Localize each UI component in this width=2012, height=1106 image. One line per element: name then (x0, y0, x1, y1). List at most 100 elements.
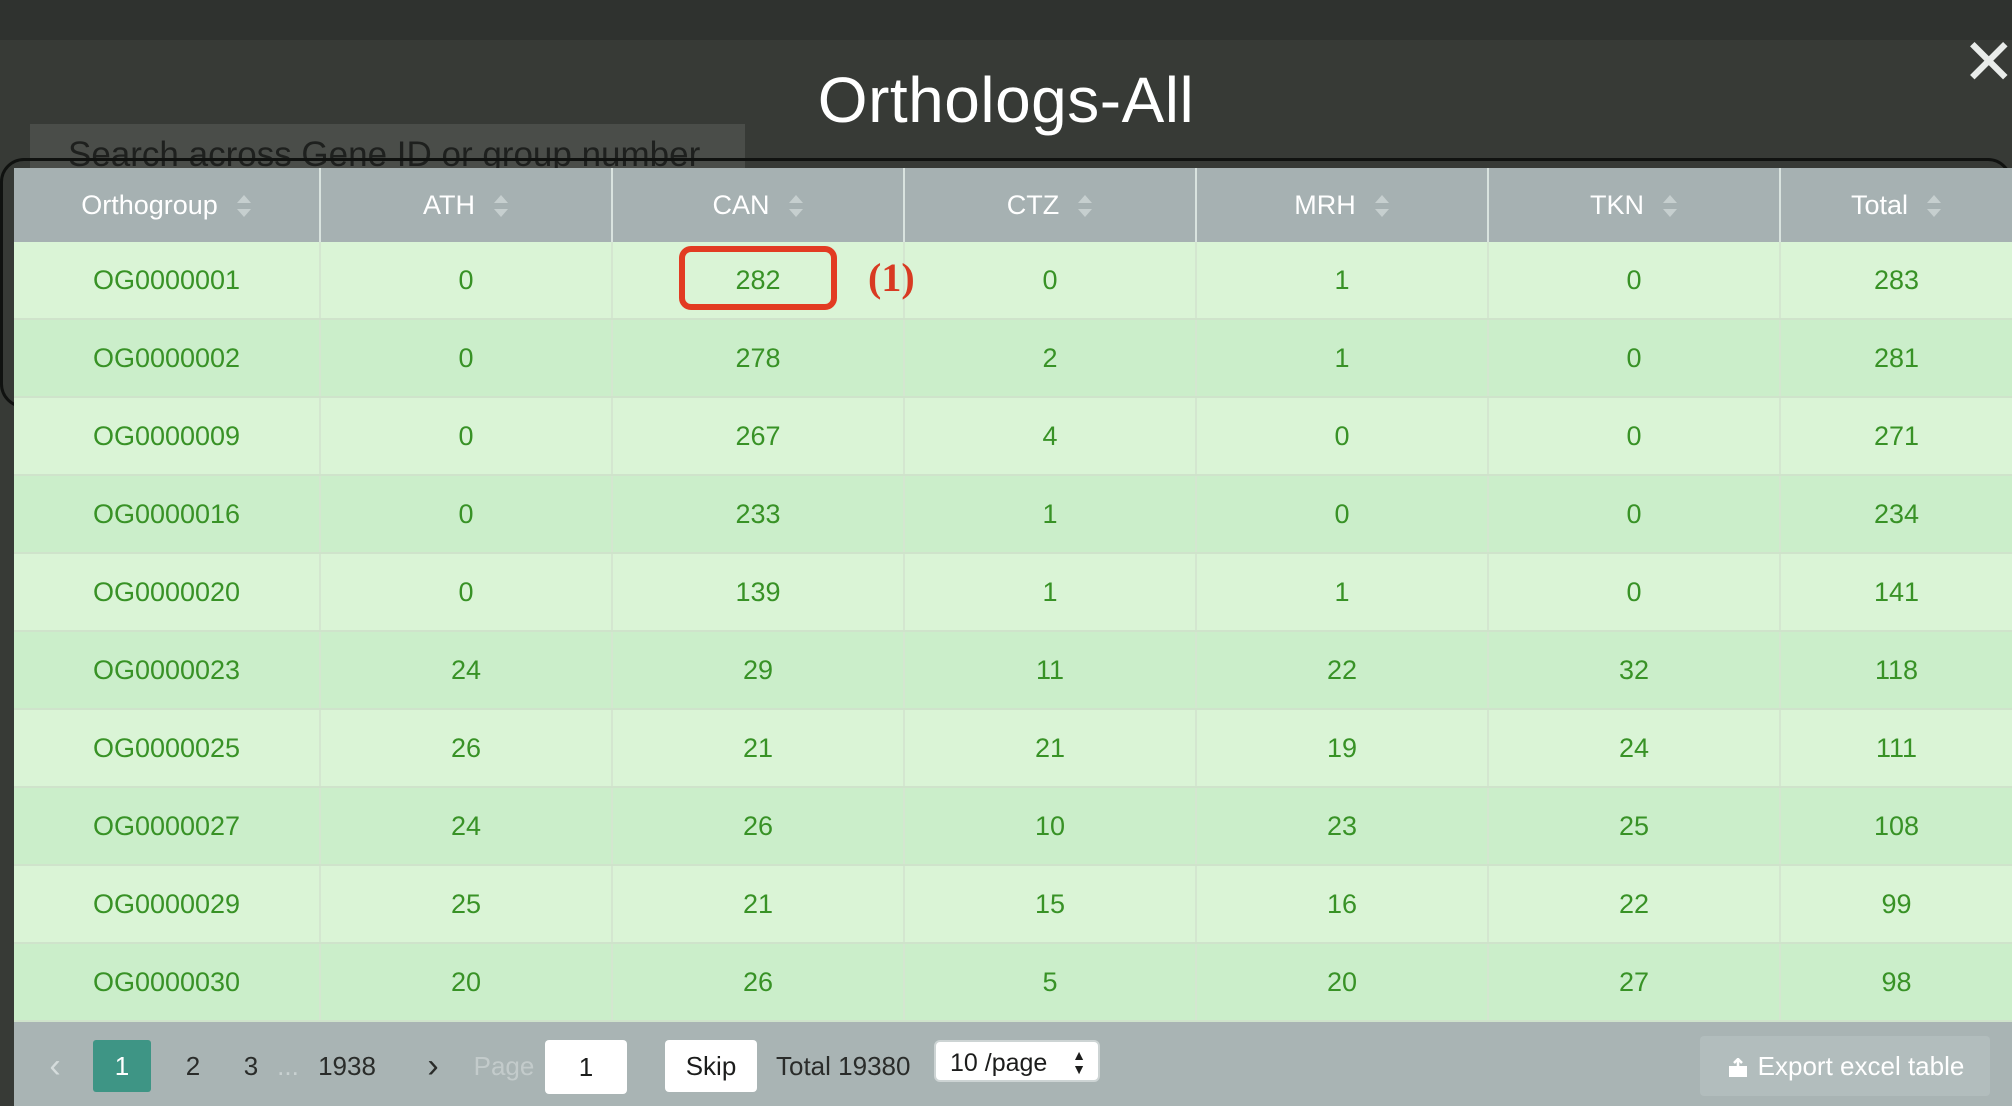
table-cell[interactable]: 10 (904, 787, 1197, 866)
table-cell[interactable]: 139 (612, 553, 905, 632)
orthogroup-link[interactable]: OG0000002 (14, 319, 321, 398)
table-cell[interactable]: 282 (612, 242, 905, 320)
page-size-select[interactable]: 10 /page ▲ ▼ (934, 1040, 1100, 1082)
page-button-3[interactable]: 3 (230, 1040, 272, 1092)
table-cell[interactable]: 21 (904, 709, 1197, 788)
table-cell[interactable]: 0 (1488, 553, 1781, 632)
column-header-tkn[interactable]: TKN (1488, 168, 1781, 242)
table-cell[interactable]: 24 (320, 631, 613, 710)
table-cell[interactable]: 1 (1196, 319, 1489, 398)
table-cell[interactable]: 0 (320, 242, 613, 320)
table-cell[interactable]: 24 (320, 787, 613, 866)
orthogroup-link[interactable]: OG0000001 (14, 242, 321, 320)
sort-icon[interactable] (1662, 195, 1678, 218)
table-cell[interactable]: 24 (1488, 709, 1781, 788)
column-header-ath[interactable]: ATH (320, 168, 613, 242)
table-cell[interactable]: 25 (320, 865, 613, 944)
table-row[interactable]: OG0000030 20 26 5 20 27 98 (14, 943, 2012, 1022)
table-cell[interactable]: 99 (1780, 865, 2012, 944)
table-row[interactable]: OG0000027 24 26 10 23 25 108 (14, 787, 2012, 866)
table-cell[interactable]: 11 (904, 631, 1197, 710)
table-cell[interactable]: 271 (1780, 397, 2012, 476)
next-page-icon[interactable]: › (418, 1040, 448, 1092)
column-header-mrh[interactable]: MRH (1196, 168, 1489, 242)
table-row[interactable]: OG0000023 24 29 11 22 32 118 (14, 631, 2012, 710)
sort-icon[interactable] (1926, 195, 1942, 218)
orthogroup-link[interactable]: OG0000020 (14, 553, 321, 632)
table-cell[interactable]: 118 (1780, 631, 2012, 710)
table-cell[interactable]: 108 (1780, 787, 2012, 866)
table-cell[interactable]: 0 (1488, 319, 1781, 398)
table-row[interactable]: OG0000025 26 21 21 19 24 111 (14, 709, 2012, 788)
sort-icon[interactable] (1374, 195, 1390, 218)
sort-icon[interactable] (1077, 195, 1093, 218)
table-cell[interactable]: 1 (1196, 242, 1489, 320)
table-cell[interactable]: 32 (1488, 631, 1781, 710)
table-cell[interactable]: 15 (904, 865, 1197, 944)
table-cell[interactable]: 26 (612, 943, 905, 1022)
table-cell[interactable]: 1 (904, 553, 1197, 632)
table-cell[interactable]: 0 (320, 475, 613, 554)
orthogroup-link[interactable]: OG0000030 (14, 943, 321, 1022)
export-excel-button[interactable]: Export excel table (1700, 1036, 1990, 1096)
table-cell[interactable]: 0 (1488, 397, 1781, 476)
table-row[interactable]: OG0000029 25 21 15 16 22 99 (14, 865, 2012, 944)
table-cell[interactable]: 26 (320, 709, 613, 788)
table-cell[interactable]: 111 (1780, 709, 2012, 788)
page-jump-input[interactable] (545, 1040, 627, 1094)
table-cell[interactable]: 21 (612, 865, 905, 944)
table-cell[interactable]: 16 (1196, 865, 1489, 944)
table-cell[interactable]: 283 (1780, 242, 2012, 320)
page-button-2[interactable]: 2 (172, 1040, 214, 1092)
table-cell[interactable]: 278 (612, 319, 905, 398)
page-ellipsis[interactable]: ... (268, 1040, 308, 1092)
page-button-last[interactable]: 1938 (306, 1040, 388, 1092)
table-cell[interactable]: 281 (1780, 319, 2012, 398)
orthogroup-link[interactable]: OG0000025 (14, 709, 321, 788)
table-cell[interactable]: 22 (1196, 631, 1489, 710)
table-cell[interactable]: 0 (1488, 475, 1781, 554)
orthogroup-link[interactable]: OG0000009 (14, 397, 321, 476)
column-header-orthogroup[interactable]: Orthogroup (14, 168, 321, 242)
table-cell[interactable]: 2 (904, 319, 1197, 398)
table-cell[interactable]: 25 (1488, 787, 1781, 866)
table-cell[interactable]: 267 (612, 397, 905, 476)
table-cell[interactable]: 20 (320, 943, 613, 1022)
table-row[interactable]: OG0000016 0 233 1 0 0 234 (14, 475, 2012, 554)
table-cell[interactable]: 0 (1488, 242, 1781, 320)
table-cell[interactable]: 23 (1196, 787, 1489, 866)
prev-page-icon[interactable]: ‹ (40, 1040, 70, 1092)
table-cell[interactable]: 233 (612, 475, 905, 554)
table-row[interactable]: OG0000020 0 139 1 1 0 141 (14, 553, 2012, 632)
table-row[interactable]: OG0000002 0 278 2 1 0 281 (14, 319, 2012, 398)
table-cell[interactable]: 0 (1196, 397, 1489, 476)
table-cell[interactable]: 26 (612, 787, 905, 866)
table-cell[interactable]: 5 (904, 943, 1197, 1022)
table-row[interactable]: OG0000009 0 267 4 0 0 271 (14, 397, 2012, 476)
table-cell[interactable]: 20 (1196, 943, 1489, 1022)
table-cell[interactable]: 29 (612, 631, 905, 710)
table-cell[interactable]: 0 (320, 397, 613, 476)
orthogroup-link[interactable]: OG0000016 (14, 475, 321, 554)
sort-icon[interactable] (236, 195, 252, 218)
table-cell[interactable]: 22 (1488, 865, 1781, 944)
table-row[interactable]: OG0000001 0 282 0 1 0 283 (14, 242, 2012, 320)
table-cell[interactable]: 0 (904, 242, 1197, 320)
table-cell[interactable]: 1 (904, 475, 1197, 554)
sort-icon[interactable] (493, 195, 509, 218)
table-cell[interactable]: 141 (1780, 553, 2012, 632)
table-cell[interactable]: 21 (612, 709, 905, 788)
table-cell[interactable]: 4 (904, 397, 1197, 476)
table-cell[interactable]: 19 (1196, 709, 1489, 788)
orthogroup-link[interactable]: OG0000023 (14, 631, 321, 710)
table-cell[interactable]: 0 (320, 553, 613, 632)
column-header-ctz[interactable]: CTZ (904, 168, 1197, 242)
orthogroup-link[interactable]: OG0000027 (14, 787, 321, 866)
table-cell[interactable]: 0 (320, 319, 613, 398)
orthogroup-link[interactable]: OG0000029 (14, 865, 321, 944)
skip-button[interactable]: Skip (665, 1040, 757, 1092)
column-header-can[interactable]: CAN (612, 168, 905, 242)
table-cell[interactable]: 27 (1488, 943, 1781, 1022)
close-icon[interactable]: ✕ (1962, 30, 2012, 94)
column-header-total[interactable]: Total (1780, 168, 2012, 242)
